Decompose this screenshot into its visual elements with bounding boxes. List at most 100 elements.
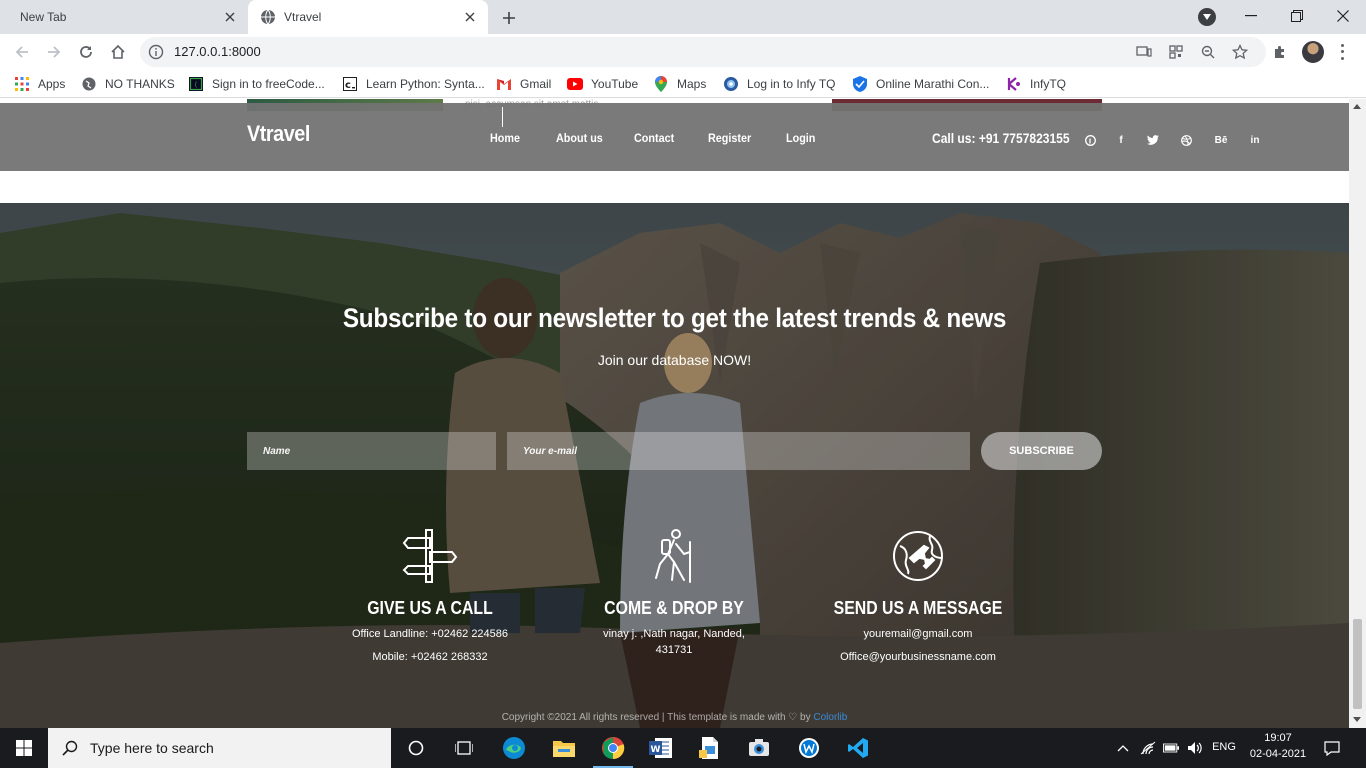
forward-icon[interactable] xyxy=(42,40,66,64)
restore-icon[interactable] xyxy=(1274,0,1320,32)
svg-text:c: c xyxy=(345,80,351,91)
copyright-by: by xyxy=(800,712,811,723)
bookmark-infytq[interactable]: InfyTQ xyxy=(1006,75,1066,93)
bookmark-label: YouTube xyxy=(591,77,639,91)
hiker-icon xyxy=(646,528,702,584)
windows-taskbar: Type here to search W ENG 19:07 02-04-20… xyxy=(0,728,1366,768)
bookmark-label: Learn Python: Synta... xyxy=(366,77,485,91)
chrome-icon[interactable] xyxy=(589,728,637,768)
address-bar[interactable]: 127.0.0.1:8000 xyxy=(140,37,1266,67)
file-explorer-icon[interactable] xyxy=(540,728,588,768)
signpost-icon xyxy=(402,528,458,584)
notifications-icon[interactable] xyxy=(1324,740,1340,756)
volume-icon[interactable] xyxy=(1187,740,1203,756)
extensions-icon[interactable] xyxy=(1270,42,1290,62)
profile-avatar[interactable] xyxy=(1302,41,1324,63)
name-input[interactable] xyxy=(247,432,496,470)
contact-line: Mobile: +02462 268332 xyxy=(372,651,488,663)
document-app-icon[interactable] xyxy=(686,728,734,768)
vscode-icon[interactable] xyxy=(834,728,882,768)
globe-icon xyxy=(81,76,97,92)
pinterest-icon[interactable] xyxy=(1083,133,1097,147)
close-tab-icon[interactable] xyxy=(462,9,478,25)
newsletter-section: Subscribe to our newsletter to get the l… xyxy=(0,203,1349,728)
language-indicator[interactable]: ENG xyxy=(1208,741,1240,753)
nav-contact[interactable]: Contact xyxy=(634,131,674,145)
search-placeholder: Type here to search xyxy=(90,740,214,756)
colorlib-link[interactable]: Colorlib xyxy=(813,712,847,723)
qr-code-icon[interactable] xyxy=(1167,43,1185,61)
nav-login[interactable]: Login xyxy=(786,131,815,145)
remote-app-icon[interactable] xyxy=(785,728,833,768)
bookmark-gmail[interactable]: Gmail xyxy=(496,75,551,93)
tab-new-tab[interactable]: New Tab xyxy=(8,0,248,34)
network-icon[interactable] xyxy=(1140,740,1156,756)
linkedin-icon[interactable]: in xyxy=(1248,133,1262,147)
facebook-icon[interactable]: f xyxy=(1114,133,1128,147)
zoom-icon[interactable] xyxy=(1199,43,1217,61)
dribbble-icon[interactable] xyxy=(1179,133,1193,147)
svg-text:(: ( xyxy=(195,81,198,89)
nav-active-indicator xyxy=(502,107,503,127)
bookmark-infytq-login[interactable]: Log in to Infy TQ xyxy=(723,75,836,93)
contact-line: vinay j. ,Nath nagar, Nanded, xyxy=(603,628,745,640)
taskbar-search[interactable]: Type here to search xyxy=(48,728,391,768)
apps-grid-icon xyxy=(14,76,30,92)
cast-icon[interactable] xyxy=(1135,43,1153,61)
youtube-icon xyxy=(567,76,583,92)
show-hidden-icons-icon[interactable] xyxy=(1115,740,1131,756)
contact-line: 431731 xyxy=(655,644,693,656)
bookmarks-bar: Apps NO THANKS ( Sign in to freeCode... … xyxy=(0,70,1366,98)
windows-start-icon[interactable] xyxy=(0,728,48,768)
bookmark-no-thanks[interactable]: NO THANKS xyxy=(81,75,175,93)
site-info-icon[interactable] xyxy=(148,44,164,60)
new-tab-button[interactable] xyxy=(498,7,520,29)
contact-line[interactable]: youremail@gmail.com xyxy=(808,627,1028,642)
nav-home[interactable]: Home xyxy=(490,131,520,145)
clock-date[interactable]: 02-04-2021 xyxy=(1246,748,1310,760)
bookmark-freecodecamp[interactable]: ( Sign in to freeCode... xyxy=(188,75,325,93)
bookmark-label: InfyTQ xyxy=(1030,77,1067,91)
cortana-icon[interactable] xyxy=(392,728,440,768)
scroll-up-icon[interactable] xyxy=(1353,104,1361,109)
scrollbar-thumb[interactable] xyxy=(1353,619,1362,709)
page-scrollbar[interactable] xyxy=(1349,99,1366,728)
behance-icon[interactable]: Bē xyxy=(1212,133,1230,147)
battery-icon[interactable] xyxy=(1163,740,1179,756)
nav-register[interactable]: Register xyxy=(708,131,751,145)
task-view-icon[interactable] xyxy=(440,728,488,768)
close-window-icon[interactable] xyxy=(1320,0,1366,32)
bookmark-apps[interactable]: Apps xyxy=(14,75,65,93)
bookmark-youtube[interactable]: YouTube xyxy=(567,75,638,93)
subscribe-button[interactable]: SUBSCRIBE xyxy=(981,432,1102,470)
word-icon[interactable]: W xyxy=(637,728,685,768)
clock-time[interactable]: 19:07 xyxy=(1250,732,1306,744)
edge-icon[interactable] xyxy=(490,728,538,768)
scroll-down-icon[interactable] xyxy=(1353,717,1361,722)
nav-about-us[interactable]: About us xyxy=(556,131,603,145)
reload-icon[interactable] xyxy=(74,40,98,64)
email-input[interactable] xyxy=(507,432,970,470)
bookmark-maps[interactable]: Maps xyxy=(653,75,706,93)
minimize-icon[interactable] xyxy=(1228,0,1274,32)
infytq-logo-icon xyxy=(1006,76,1022,92)
bookmark-marathi[interactable]: Online Marathi Con... xyxy=(852,75,989,93)
home-icon[interactable] xyxy=(106,40,130,64)
contact-title: COME & DROP BY xyxy=(604,598,744,618)
globe-plane-icon xyxy=(890,528,946,584)
search-icon xyxy=(62,740,78,756)
gmail-icon xyxy=(496,76,512,92)
tab-title: New Tab xyxy=(20,10,67,24)
close-tab-icon[interactable] xyxy=(222,9,238,25)
bookmark-star-icon[interactable] xyxy=(1231,43,1249,61)
twitter-icon[interactable] xyxy=(1146,133,1160,147)
camera-icon[interactable] xyxy=(735,728,783,768)
contact-drop-by: COME & DROP BY vinay j. ,Nath nagar, Nan… xyxy=(564,528,784,658)
back-icon[interactable] xyxy=(10,40,34,64)
contact-line[interactable]: Office@yourbusinessname.com xyxy=(808,650,1028,665)
tab-search-icon[interactable] xyxy=(1198,8,1216,26)
tab-vtravel[interactable]: Vtravel xyxy=(248,0,488,34)
bookmark-codecademy[interactable]: c Learn Python: Synta... xyxy=(342,75,485,93)
more-menu-icon[interactable] xyxy=(1336,42,1348,62)
site-logo[interactable]: Vtravel xyxy=(247,121,310,147)
